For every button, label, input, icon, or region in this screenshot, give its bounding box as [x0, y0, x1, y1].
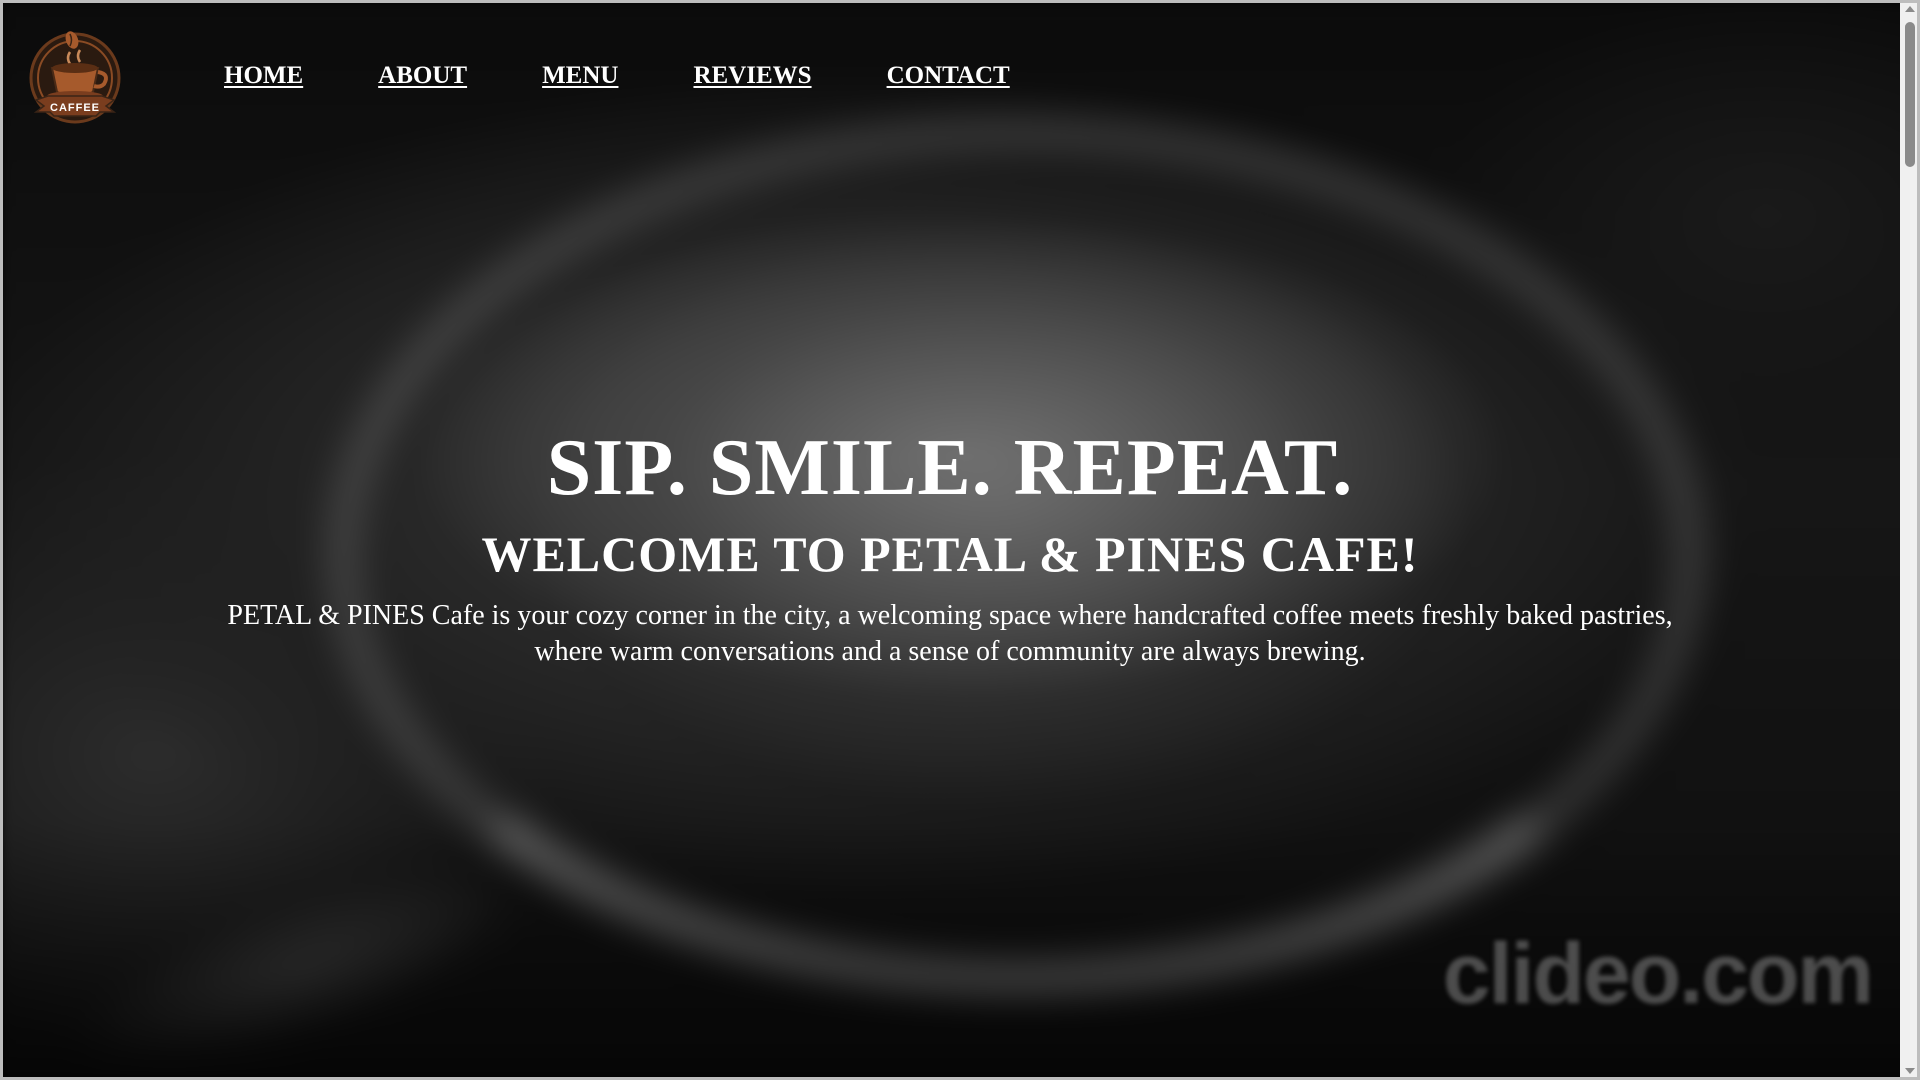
watermark: clideo.com [1442, 926, 1874, 1022]
scroll-down-arrow-icon[interactable] [1905, 1068, 1915, 1074]
hero-description: PETAL & PINES Cafe is your cozy corner i… [227, 600, 1673, 667]
nav-menu-link[interactable]: MENU [542, 62, 618, 90]
nav-reviews-link[interactable]: REVIEWS [693, 62, 811, 90]
nav-about-link[interactable]: ABOUT [378, 62, 467, 90]
main-nav: HOME ABOUT MENU REVIEWS CONTACT [224, 62, 1085, 90]
hero-section: SIP. SMILE. REPEAT. WELCOME TO PETAL & P… [0, 420, 1900, 670]
scrollbar-thumb[interactable] [1905, 22, 1915, 167]
nav-contact-link[interactable]: CONTACT [887, 62, 1010, 90]
coffee-cup-icon: CAFFEE [29, 31, 121, 124]
site-header: CAFFEE HOME ABOUT MENU REVIEWS CONTACT [0, 0, 1900, 160]
scroll-up-arrow-icon[interactable] [1905, 6, 1915, 12]
cafe-logo[interactable]: CAFFEE [26, 26, 124, 126]
hero-welcome-heading: WELCOME TO PETAL & PINES CAFE! [481, 526, 1419, 582]
page: clideo.com CAFFEE HOME ABOUT MENU REVIEW… [0, 0, 1920, 1080]
vertical-scrollbar[interactable] [1900, 0, 1920, 1080]
logo-text: CAFFEE [50, 102, 100, 114]
nav-home-link[interactable]: HOME [224, 62, 303, 90]
hero-tagline: SIP. SMILE. REPEAT. [546, 424, 1354, 512]
